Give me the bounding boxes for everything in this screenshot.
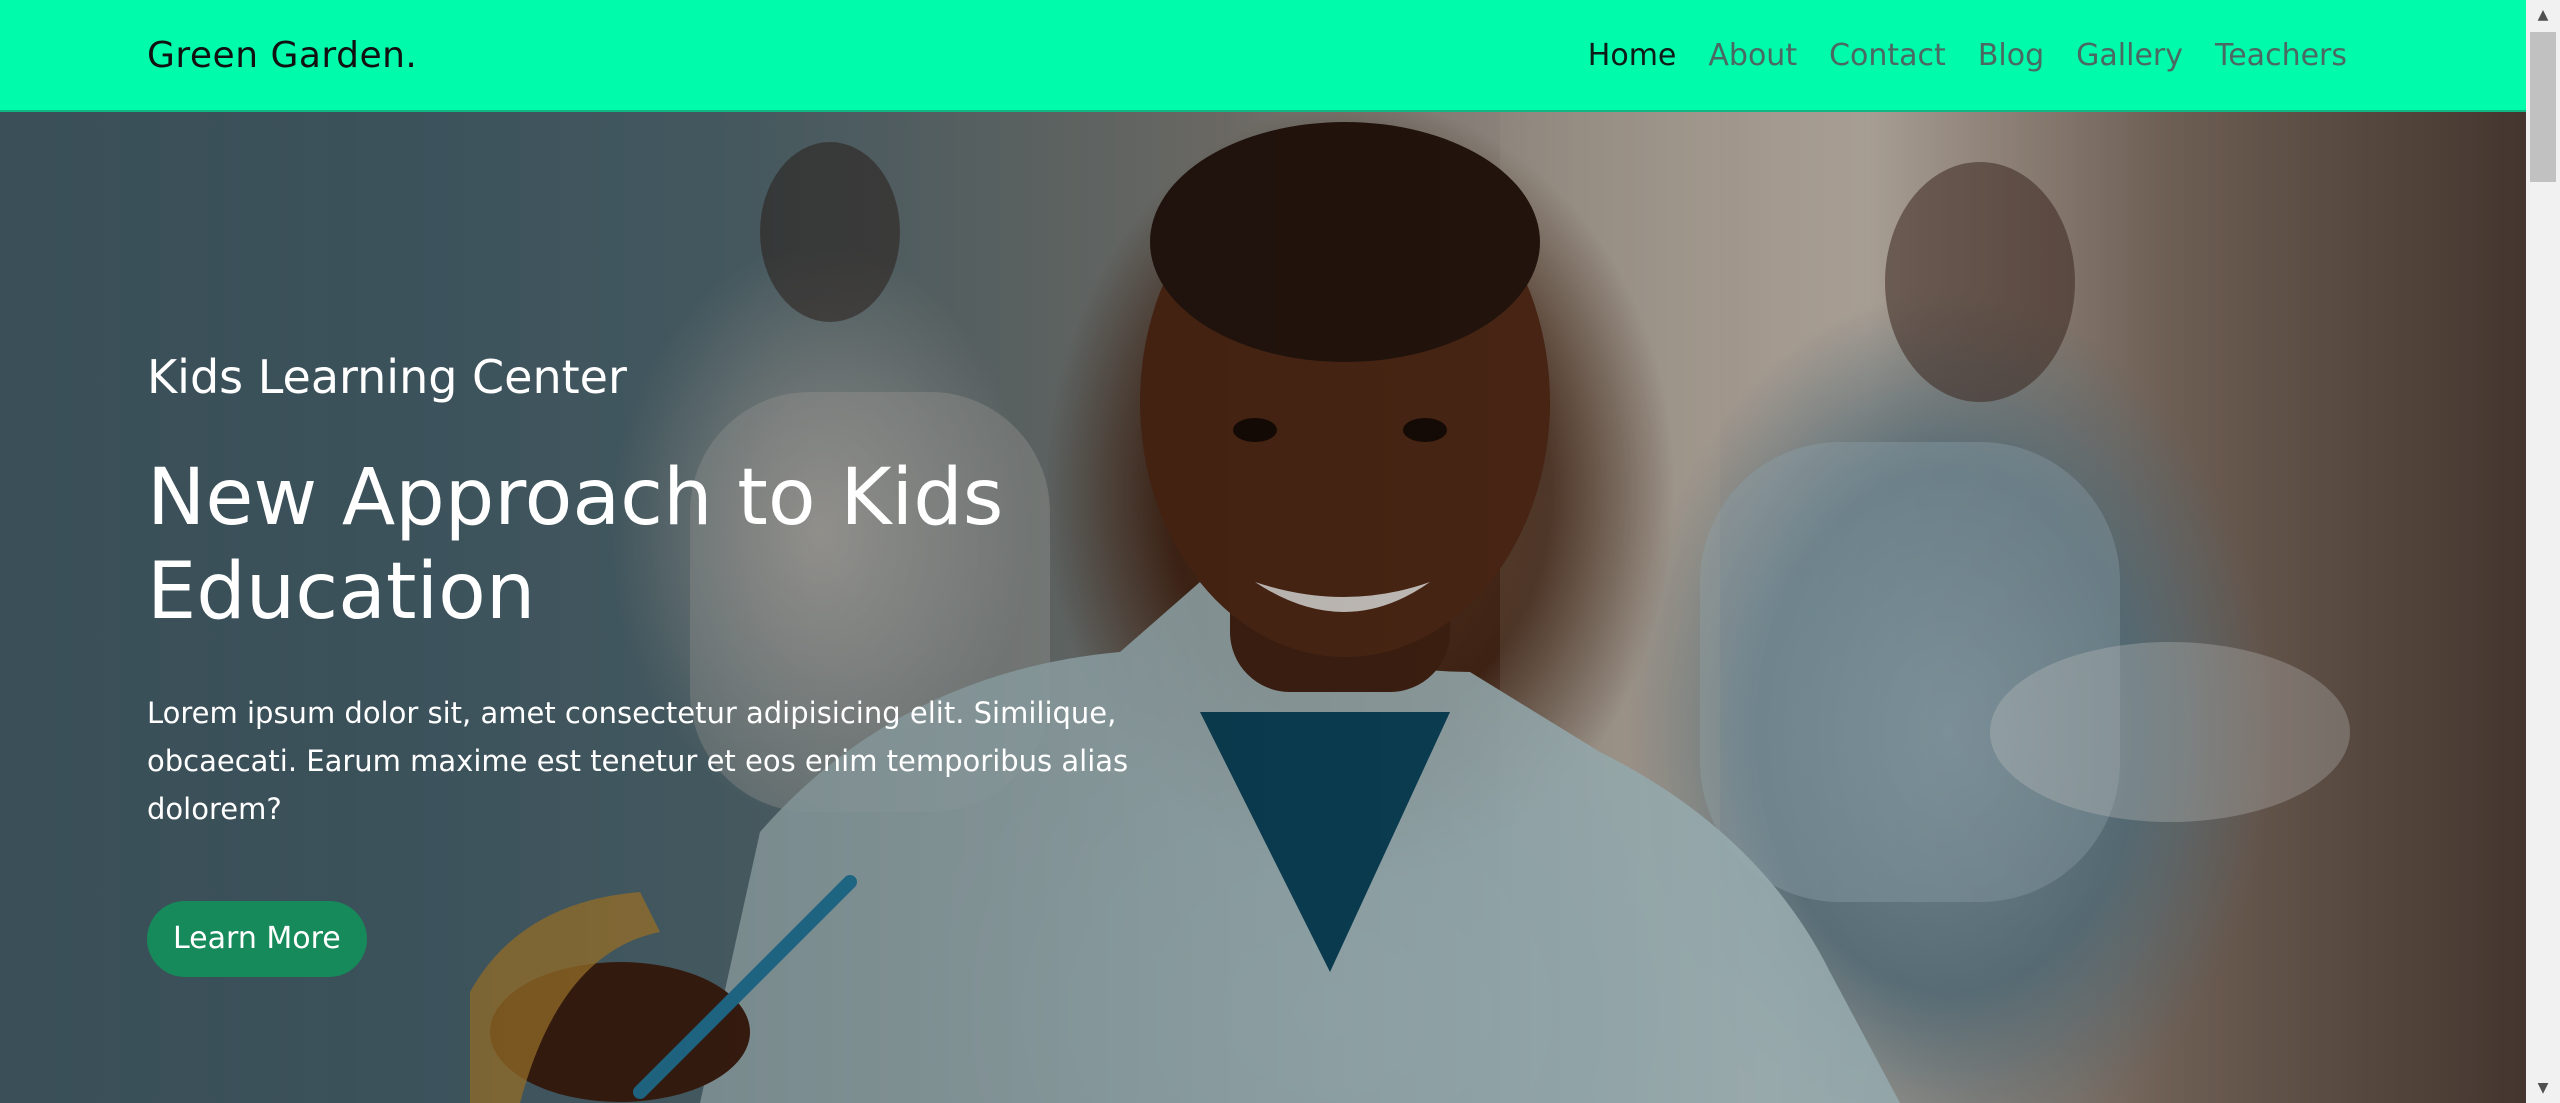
brand-logo[interactable]: Green Garden. [147, 32, 417, 80]
nav-link-about[interactable]: About [1692, 32, 1813, 80]
hero-title-line-2: Education [147, 547, 536, 637]
nav-link-teachers[interactable]: Teachers [2199, 32, 2363, 80]
scroll-down-arrow-icon[interactable]: ▼ [2526, 1073, 2560, 1103]
hero-content: Kids Learning Center New Approach to Kid… [147, 347, 1147, 977]
page-scrollbar[interactable]: ▲ ▼ [2526, 0, 2560, 1103]
nav-link-home[interactable]: Home [1572, 32, 1693, 80]
hero-subtitle: Kids Learning Center [147, 350, 627, 404]
hero-section: Kids Learning Center New Approach to Kid… [0, 112, 2526, 1103]
hero-title: New Approach to Kids Education [147, 451, 1147, 639]
nav-links: Home About Contact Blog Gallery Teachers [1572, 32, 2363, 80]
scrollbar-thumb[interactable] [2530, 32, 2556, 182]
nav-link-gallery[interactable]: Gallery [2060, 32, 2199, 80]
learn-more-button[interactable]: Learn More [147, 901, 367, 977]
scroll-up-arrow-icon[interactable]: ▲ [2526, 0, 2560, 30]
hero-title-line-1: New Approach to Kids [147, 453, 1004, 543]
hero-description: Lorem ipsum dolor sit, amet consectetur … [147, 696, 1129, 826]
nav-link-contact[interactable]: Contact [1813, 32, 1962, 80]
navbar: Green Garden. Home About Contact Blog Ga… [0, 0, 2526, 112]
page: Green Garden. Home About Contact Blog Ga… [0, 0, 2560, 1103]
nav-link-blog[interactable]: Blog [1962, 32, 2060, 80]
